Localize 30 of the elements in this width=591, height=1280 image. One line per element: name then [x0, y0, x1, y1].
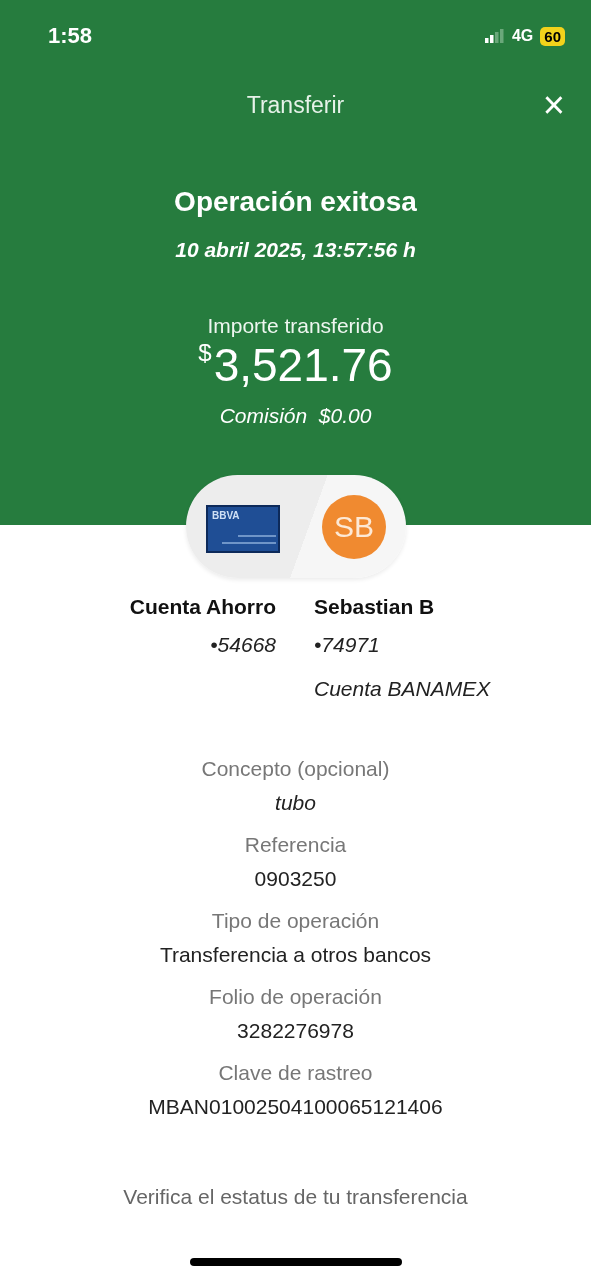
status-time: 1:58	[48, 23, 93, 49]
recipient-account-number: •74971	[314, 633, 380, 657]
transfer-amount: 3,521.76	[213, 340, 393, 390]
recipient-name: Sebastian B	[314, 595, 435, 619]
detail-value: Transferencia a otros bancos	[159, 943, 432, 967]
close-button[interactable]: ×	[542, 86, 565, 124]
origin-account-name: Cuenta Ahorro	[129, 595, 276, 619]
commission-text: Comisión $0.00	[219, 404, 372, 428]
avatar-initials: SB	[322, 495, 386, 559]
signal-icon	[484, 29, 505, 43]
result-title: Operación exitosa	[174, 186, 417, 218]
operation-datetime: 10 abril 2025, 13:57:56 h	[175, 238, 416, 262]
detail-label: Referencia	[244, 833, 347, 857]
status-link[interactable]: Verifica el estatus de tu transferencia	[0, 1185, 591, 1209]
origin-account-number: •54668	[210, 633, 276, 657]
amount-label: Importe transferido	[207, 314, 384, 338]
battery-level: 60	[540, 26, 565, 46]
detail-label: Folio de operación	[209, 985, 382, 1009]
detail-value: tubo	[275, 791, 316, 815]
currency-sign: $	[198, 340, 212, 366]
detail-value: 0903250	[254, 867, 337, 891]
detail-label: Tipo de operación	[211, 909, 380, 933]
detail-label: Clave de rastreo	[218, 1061, 373, 1085]
card-label: BBVA	[212, 510, 240, 521]
recipient-bank: Cuenta BANAMEX	[314, 677, 491, 701]
screen-title: Transferir	[246, 92, 345, 120]
detail-value: MBAN01002504100065121406	[148, 1095, 443, 1119]
network-type: 4G	[511, 27, 534, 45]
detail-label: Concepto (opcional)	[201, 757, 390, 781]
detail-value: 3282276978	[237, 1019, 354, 1043]
